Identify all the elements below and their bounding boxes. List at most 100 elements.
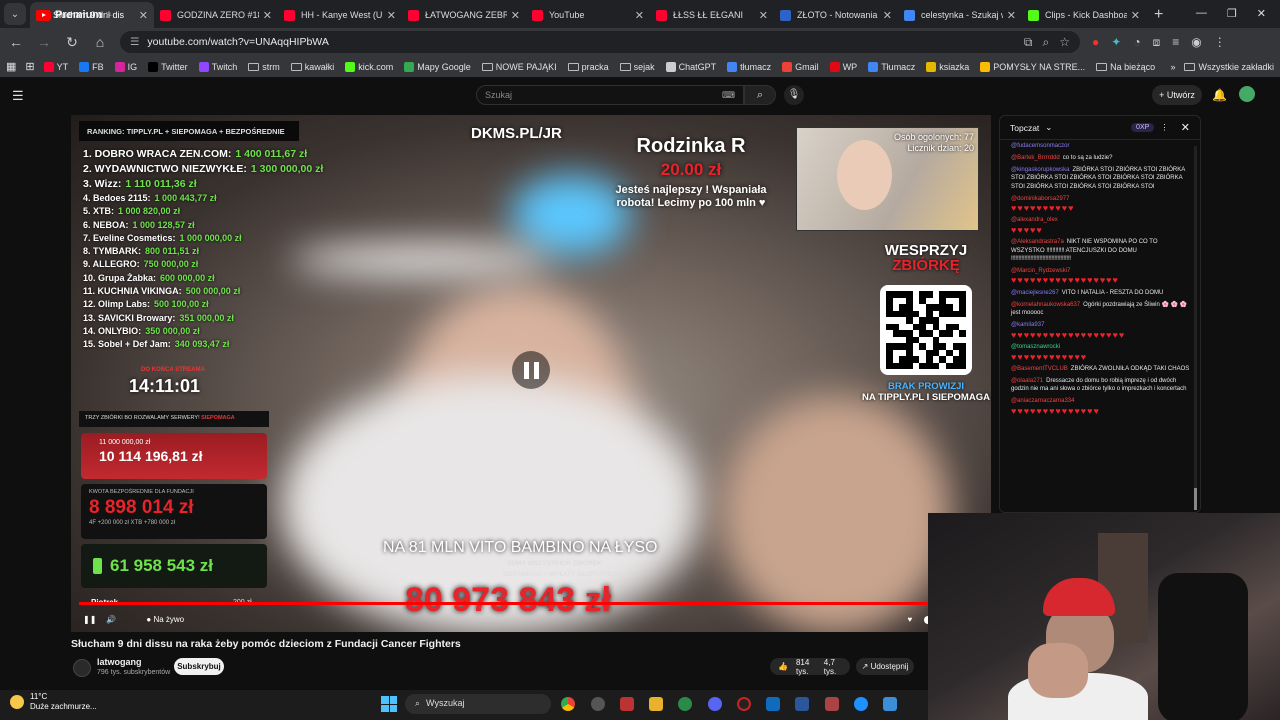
tab-2[interactable]: HH - Kanye West (Un ✕ <box>278 2 402 28</box>
install-icon[interactable]: ⧉ <box>1024 35 1033 50</box>
like-icon[interactable]: 👍 <box>778 662 788 671</box>
bookmark-star-icon[interactable]: ☆ <box>1059 35 1070 50</box>
restore-icon[interactable]: ❐ <box>1227 7 1237 20</box>
close-chat-icon[interactable]: ✕ <box>1181 121 1190 134</box>
photos-icon[interactable] <box>825 697 839 711</box>
windows-start-icon[interactable] <box>381 696 397 712</box>
tab-6[interactable]: ZŁOTO - Notowania ✕ <box>774 2 898 28</box>
volume-icon[interactable]: 🔊 <box>106 615 116 624</box>
chrome-icon[interactable] <box>561 697 575 711</box>
chat-author[interactable]: @Bartek_Brrrrddd <box>1011 155 1060 161</box>
notepad-icon[interactable] <box>883 697 897 711</box>
live-badge[interactable]: ● Na żywo <box>146 615 184 624</box>
site-info-icon[interactable]: ☰ <box>130 36 139 48</box>
bookmark-item[interactable]: kick.com <box>345 61 393 72</box>
new-tab-icon[interactable]: + <box>1154 6 1163 24</box>
bookmark-item[interactable]: ksiazka <box>926 61 969 72</box>
file-explorer-icon[interactable] <box>649 697 663 711</box>
subscribe-button[interactable]: Subskrybuj <box>174 658 224 675</box>
media-icon[interactable]: ≡ <box>1172 35 1179 49</box>
puzzle-icon[interactable]: ⧈ <box>1153 35 1161 50</box>
tab-close-icon[interactable]: ✕ <box>387 9 396 22</box>
chat-author[interactable]: @kornelahnaukowska637 <box>1011 302 1080 308</box>
bookmark-item[interactable]: Tłumacz <box>868 61 915 72</box>
chevron-down-icon[interactable]: ⌄ <box>1045 122 1052 133</box>
tab-3[interactable]: ŁATWOGANG ZEBRAŁ ✕ <box>402 2 526 28</box>
tab-8[interactable]: Clips - Kick Dashboa ✕ <box>1022 2 1146 28</box>
tab-close-icon[interactable]: ✕ <box>263 9 272 22</box>
progress-bar[interactable] <box>79 602 983 605</box>
bookmark-item[interactable]: Twitter <box>148 61 188 72</box>
forward-icon[interactable]: → <box>36 34 52 50</box>
chat-author[interactable]: @BasementTVCLUB <box>1011 366 1068 372</box>
tab-close-icon[interactable]: ✕ <box>883 9 892 22</box>
chat-scrollbar[interactable] <box>1194 146 1197 506</box>
youtube-logo[interactable]: Premium PL <box>36 9 112 21</box>
grid-icon[interactable]: ⊞ <box>25 60 34 73</box>
bookmark-item[interactable]: strm <box>248 62 280 72</box>
bookmark-item[interactable]: kawałki <box>290 62 334 72</box>
share-button[interactable]: ↗ Udostępnij <box>856 658 914 675</box>
tab-close-icon[interactable]: ✕ <box>511 9 520 22</box>
points-badge[interactable]: 0XP <box>1131 123 1155 132</box>
profile-icon[interactable]: ◉ <box>1191 35 1201 49</box>
chat-author[interactable]: @aniaczarnaczarna334 <box>1011 398 1074 404</box>
taskbar-search[interactable]: ⌕ Wyszukaj <box>405 694 551 714</box>
apps-icon[interactable]: ▦ <box>6 60 16 73</box>
word-icon[interactable] <box>795 697 809 711</box>
search-input[interactable]: Szukaj ⌨ <box>476 85 744 105</box>
microphone-icon[interactable]: 🎙 <box>784 85 804 105</box>
chat-author[interactable]: @kamila937 <box>1011 322 1044 328</box>
close-window-icon[interactable]: ✕ <box>1257 7 1266 20</box>
tab-4[interactable]: YouTube ✕ <box>526 2 650 28</box>
tab-close-icon[interactable]: ✕ <box>759 9 768 22</box>
chat-author[interactable]: @alexandra_olex <box>1011 217 1058 223</box>
video-player[interactable]: RANKING: TIPPLY.PL + SIEPOMAGA + BEZPOŚR… <box>71 115 991 632</box>
tab-close-icon[interactable]: ✕ <box>635 9 644 22</box>
chat-author[interactable]: @fudacemsonmaczor <box>1011 143 1069 149</box>
chat-author[interactable]: @Aleksandrastra7a <box>1011 239 1064 245</box>
shield-icon[interactable]: ◔ <box>1133 35 1140 49</box>
chat-scroll-thumb[interactable] <box>1194 488 1197 510</box>
menu-dots-icon[interactable]: ⋮ <box>1214 35 1226 49</box>
bookmark-item[interactable]: Mapy Google <box>404 61 471 72</box>
record-icon[interactable]: ● <box>1092 35 1099 49</box>
bookmark-item[interactable]: WP <box>829 61 857 72</box>
tab-1[interactable]: GODZINA ZERO #183 ✕ <box>154 2 278 28</box>
chat-author[interactable]: @maciejlesne267 <box>1011 290 1059 296</box>
channel-avatar[interactable] <box>73 659 91 677</box>
bookmarks-chevron-icon[interactable]: » <box>1170 62 1175 72</box>
channel-name[interactable]: latwogang <box>97 657 142 667</box>
tab-7[interactable]: celestynka - Szukaj w ✕ <box>898 2 1022 28</box>
bookmark-item[interactable]: ChatGPT <box>665 61 716 72</box>
opera-icon[interactable] <box>737 697 751 711</box>
like-dislike-buttons[interactable]: 👍 814 tys. 4,7 tys. <box>770 658 850 676</box>
play-pause-icon[interactable]: ❚❚ <box>83 615 96 624</box>
address-bar[interactable]: ☰ youtube.com/watch?v=UNAqqHIPbWA ⧉ ⌕ ☆ <box>120 31 1080 53</box>
chat-author[interactable]: @olaala271 <box>1011 378 1043 384</box>
tab-5[interactable]: ŁŁSS ŁŁ EŁGANI ✕ <box>650 2 774 28</box>
bookmark-item[interactable]: Gmail <box>782 61 819 72</box>
bookmark-item[interactable]: pracka <box>567 62 609 72</box>
bookmark-item[interactable]: tłumacz <box>727 61 771 72</box>
search-button[interactable]: ⌕ <box>744 85 776 105</box>
all-bookmarks[interactable]: Wszystkie zakładki <box>1184 62 1274 72</box>
extension-icon[interactable]: ✦ <box>1111 35 1121 49</box>
settings-icon[interactable] <box>591 697 605 711</box>
tab-close-icon[interactable]: ✕ <box>1131 9 1140 22</box>
bookmark-item[interactable]: FB <box>79 61 104 72</box>
bookmark-item[interactable]: sejak <box>619 62 655 72</box>
zoom-icon[interactable]: ⌕ <box>1043 35 1050 50</box>
bookmark-item[interactable]: IG <box>114 61 137 72</box>
chat-author[interactable]: @kingaskorupkowska <box>1011 167 1069 173</box>
keyboard-icon[interactable]: ⌨ <box>722 90 735 101</box>
chat-author[interactable]: @Marcin_Rydzewski7 <box>1011 268 1070 274</box>
browser-icon[interactable] <box>854 697 868 711</box>
tab-search-icon[interactable]: ⌄ <box>4 3 26 25</box>
app-icon[interactable] <box>620 697 634 711</box>
hamburger-menu-icon[interactable]: ☰ <box>12 88 24 104</box>
bookmark-item[interactable]: YT <box>43 61 68 72</box>
bookmark-item[interactable]: NOWE PAJĄKI <box>481 62 557 72</box>
reload-icon[interactable]: ↻ <box>64 34 80 51</box>
pause-button[interactable] <box>512 351 550 389</box>
